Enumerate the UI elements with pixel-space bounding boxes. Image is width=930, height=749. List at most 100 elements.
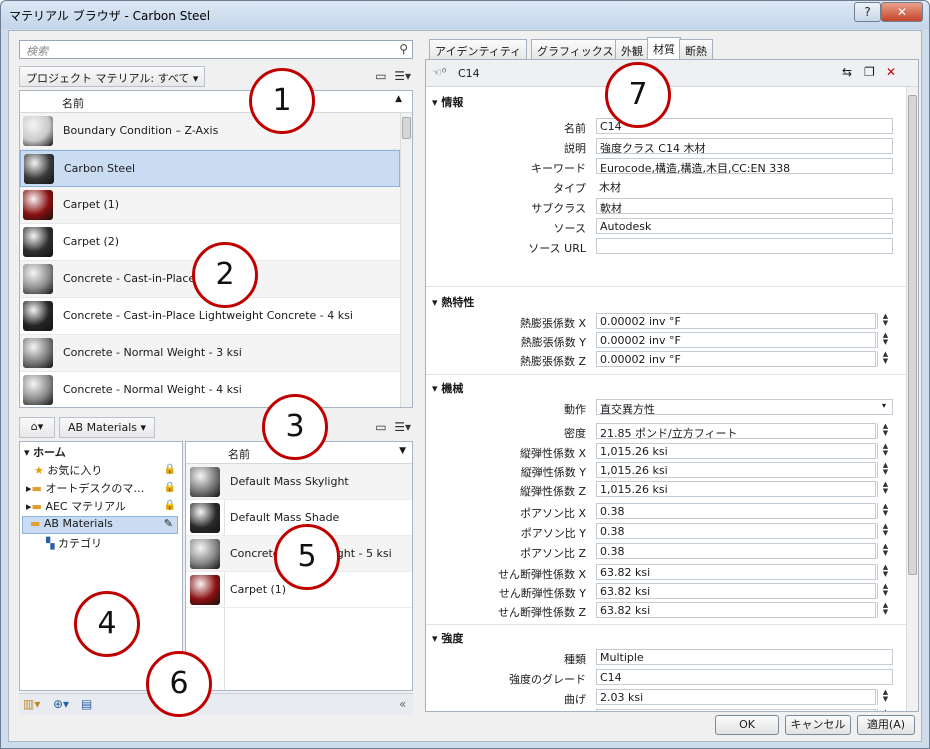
open-library-icon[interactable]: ▥▾ (23, 697, 40, 711)
column-name[interactable]: 名前 (62, 95, 84, 111)
scroll-thumb[interactable] (908, 95, 917, 575)
spinner-icon[interactable]: ▲▼ (877, 583, 893, 599)
collapse-panel-icon[interactable]: « (399, 697, 406, 711)
library-row[interactable]: Default Mass Skylight (186, 464, 412, 500)
spinner-icon[interactable]: ▲▼ (877, 481, 893, 497)
tree-root-home[interactable]: ▾ ホーム (24, 444, 66, 462)
property-value-field[interactable]: 1,015.26 ksi (596, 443, 876, 459)
spinner-icon[interactable]: ▲▼ (877, 503, 893, 519)
property-value-field[interactable]: 63.82 ksi (596, 583, 876, 599)
home-icon[interactable]: ⌂▾ (19, 417, 55, 438)
sort-down-icon[interactable]: ▼ (399, 446, 406, 456)
spinner-icon[interactable]: ▲▼ (877, 543, 893, 559)
property-value-field[interactable]: 0.00002 inv °F (596, 332, 876, 348)
library-view-options[interactable]: ▭ ☰▾ (375, 420, 411, 434)
property-value-field[interactable] (596, 238, 893, 254)
library-breadcrumb[interactable]: AB Materials ▾ (59, 417, 156, 438)
spinner-icon[interactable]: ▲▼ (877, 564, 893, 580)
property-value-field[interactable]: 強度クラス C14 木材 (596, 138, 893, 154)
layout-toggle-icon[interactable]: ▭ (375, 69, 386, 83)
spinner-icon[interactable]: ▲▼ (877, 351, 893, 367)
list-view-icon[interactable]: ☰▾ (394, 69, 411, 83)
library-layout-icon[interactable]: ▭ (375, 420, 386, 434)
property-value-field[interactable]: 0.38 (596, 503, 876, 519)
sort-up-icon[interactable]: ▲ (395, 94, 402, 104)
property-label: ソース (553, 222, 586, 235)
help-button[interactable]: ? (854, 2, 881, 22)
property-value-field[interactable]: 1,015.26 ksi (596, 481, 876, 497)
property-value-field[interactable]: Autodesk (596, 218, 893, 234)
property-value-field[interactable]: 2.03 ksi (596, 689, 876, 705)
material-row[interactable]: Carbon Steel (20, 150, 400, 187)
material-row[interactable]: Boundary Condition – Z-Axis (20, 113, 400, 150)
property-value-field[interactable]: 63.82 ksi (596, 602, 876, 618)
cancel-button[interactable]: キャンセル (785, 715, 851, 735)
material-row[interactable]: Concrete - Normal Weight - 4 ksi (20, 372, 400, 407)
list-scrollbar[interactable] (400, 113, 412, 407)
spinner-icon[interactable]: ▲▼ (877, 423, 893, 439)
spinner-icon[interactable]: ▲▼ (877, 332, 893, 348)
spinner-icon[interactable]: ▲▼ (877, 462, 893, 478)
tab-graphics[interactable]: グラフィックス (531, 39, 620, 59)
property-value-field[interactable]: Eurocode,構造,構造,木目,CC:EN 338 (596, 158, 893, 174)
replace-asset-icon[interactable]: ⇆ (842, 65, 852, 79)
property-value-field[interactable]: 63.82 ksi (596, 564, 876, 580)
properties-scrollbar[interactable] (906, 87, 918, 711)
list-header[interactable]: 名前 ▲ (20, 91, 412, 113)
property-value-field[interactable]: 1,015.26 ksi (596, 462, 876, 478)
property-value-field[interactable]: 0.38 (596, 543, 876, 559)
collapse-arrow-icon[interactable]: ▾ (432, 296, 441, 309)
property-value-field[interactable]: 0.38 (596, 523, 876, 539)
ok-button[interactable]: OK (715, 715, 779, 735)
tab-identity[interactable]: アイデンティティ (429, 39, 528, 59)
property-value-field[interactable]: 21.85 ポンド/立方フィート (596, 423, 876, 439)
create-material-icon[interactable]: ⊕▾ (53, 697, 69, 711)
library-list-view-icon[interactable]: ☰▾ (394, 420, 411, 434)
asset-browser-icon[interactable]: ▤ (81, 697, 92, 711)
section-mechanical[interactable]: ▾ 機械 (432, 380, 463, 396)
collapse-arrow-icon[interactable]: ▾ (432, 632, 441, 645)
tab-thermal[interactable]: 断熱 (679, 39, 713, 59)
scroll-thumb[interactable] (402, 117, 411, 139)
project-filter-dropdown[interactable]: プロジェクト マテリアル: すべて ▾ (19, 66, 206, 87)
dropdown-arrow-icon[interactable]: ▾ (882, 401, 886, 410)
spinner-icon[interactable]: ▲▼ (877, 443, 893, 459)
property-value-field[interactable]: Multiple (596, 649, 893, 665)
property-value-field[interactable]: 2.32 ksi (596, 709, 876, 711)
apply-button[interactable]: 適用(A) (857, 715, 915, 735)
section-thermal[interactable]: ▾ 熱特性 (432, 294, 474, 310)
spinner-icon[interactable]: ▲▼ (877, 709, 893, 711)
close-button[interactable]: ✕ (881, 2, 923, 22)
property-value-field[interactable]: 0.00002 inv °F (596, 351, 876, 367)
spinner-icon[interactable]: ▲▼ (877, 523, 893, 539)
lock-icon: 🔒 (163, 500, 176, 511)
edit-pencil-icon[interactable]: ✎ (164, 517, 173, 530)
collapse-arrow-icon[interactable]: ▾ (432, 382, 441, 395)
tree-item-category[interactable]: ▚ カテゴリ (46, 535, 102, 553)
tree-item-autodesk[interactable]: ▸▬ オートデスクのマ… (26, 480, 144, 498)
spinner-icon[interactable]: ▲▼ (877, 313, 893, 329)
tab-appearance[interactable]: 外観 (615, 39, 649, 59)
collapse-arrow-icon[interactable]: ▾ (432, 96, 441, 109)
property-value-field[interactable]: 軟材 (596, 198, 893, 214)
material-row[interactable]: Carpet (1) (20, 187, 400, 224)
tree-item-ab-materials[interactable]: ▬ AB Materials ✎ (22, 516, 178, 534)
view-options[interactable]: ▭ ☰▾ (375, 69, 411, 83)
search-input[interactable]: 検索 ⚲ (19, 40, 413, 59)
property-value-field[interactable]: C14 (596, 669, 893, 685)
property-value-field[interactable]: 直交異方性 (596, 399, 893, 415)
spinner-icon[interactable]: ▲▼ (877, 602, 893, 618)
remove-asset-icon[interactable]: ✕ (886, 65, 896, 79)
spinner-icon[interactable]: ▲▼ (877, 689, 893, 705)
section-info[interactable]: ▾ 情報 (432, 94, 463, 110)
material-row[interactable]: Concrete - Normal Weight - 3 ksi (20, 335, 400, 372)
tab-physical[interactable]: 材質 (647, 37, 681, 60)
tree-item-favorites[interactable]: ★ お気に入り (34, 462, 102, 480)
duplicate-asset-icon[interactable]: ❐ (864, 65, 875, 79)
asset-name: C14 (458, 67, 480, 80)
library-column-name[interactable]: 名前 (228, 446, 250, 462)
property-value-field[interactable]: 0.00002 inv °F (596, 313, 876, 329)
search-icon[interactable]: ⚲ (399, 42, 408, 56)
section-strength[interactable]: ▾ 強度 (432, 630, 463, 646)
tree-item-aec[interactable]: ▸▬ AEC マテリアル (26, 498, 126, 516)
